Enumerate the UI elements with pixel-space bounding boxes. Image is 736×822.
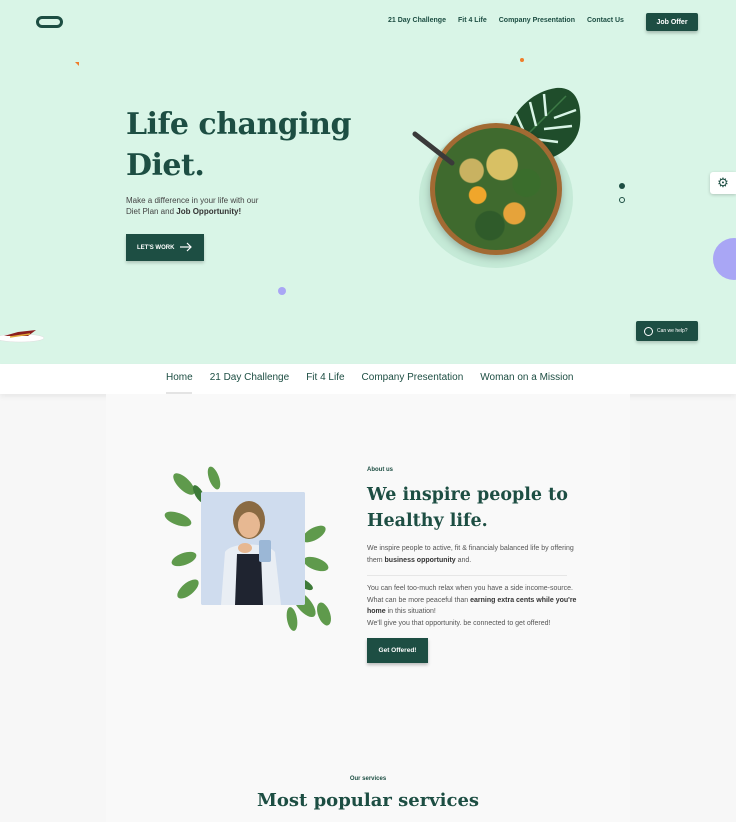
decor-dot-outline bbox=[619, 197, 625, 203]
job-offer-button[interactable]: Job Offer bbox=[646, 13, 698, 31]
about-title-line2: Healthy life. bbox=[367, 511, 488, 531]
woman-portrait-icon bbox=[201, 492, 305, 605]
hero-subtitle-line1: Make a difference in your life with our bbox=[126, 196, 259, 205]
get-offered-button[interactable]: Get Offered! bbox=[367, 638, 428, 663]
nav-link-company-presentation[interactable]: Company Presentation bbox=[499, 17, 575, 24]
hero-title-line2: Diet. bbox=[126, 148, 205, 183]
nav-link-contact-us[interactable]: Contact Us bbox=[587, 17, 624, 24]
lets-work-label: LET'S WORK bbox=[137, 244, 175, 251]
hero-title: Life changing Diet. bbox=[126, 104, 351, 186]
tab-company-presentation[interactable]: Company Presentation bbox=[362, 372, 464, 383]
section-nav-items: Home 21 Day Challenge Fit 4 Life Company… bbox=[166, 372, 590, 383]
about-tag: About us bbox=[367, 467, 393, 473]
help-chat-button[interactable]: Can we help? bbox=[636, 321, 698, 341]
hero-subtitle-bold: Job Opportunity! bbox=[176, 206, 242, 216]
tab-woman-on-a-mission[interactable]: Woman on a Mission bbox=[480, 372, 573, 383]
decor-triangle bbox=[75, 62, 79, 66]
plate-icon bbox=[0, 330, 45, 343]
decor-half-circle bbox=[713, 238, 736, 280]
about-title: We inspire people to Healthy life. bbox=[367, 482, 568, 534]
about-p2-line1: You can feel too-much relax when you hav… bbox=[367, 585, 573, 592]
decor-dot-orange bbox=[520, 58, 524, 62]
about-p2-line4: We'll give you that opportunity. be conn… bbox=[367, 619, 551, 627]
gear-icon: ⚙ bbox=[717, 175, 729, 190]
logo[interactable] bbox=[36, 16, 63, 28]
hero-subtitle: Make a difference in your life with our … bbox=[126, 196, 258, 217]
about-p2-suffix: in this situation! bbox=[385, 608, 436, 615]
tab-21-day-challenge[interactable]: 21 Day Challenge bbox=[210, 372, 290, 383]
help-label: Can we help? bbox=[657, 328, 688, 334]
tab-home[interactable]: Home bbox=[166, 372, 193, 383]
services-tag: Our services bbox=[349, 776, 387, 782]
nav-link-fit-4-life[interactable]: Fit 4 Life bbox=[458, 17, 487, 24]
divider bbox=[367, 575, 567, 576]
about-p1-bold: business opportunity bbox=[384, 556, 456, 564]
services-title: Most popular services bbox=[256, 790, 480, 811]
about-p1-suffix: and. bbox=[455, 556, 472, 564]
about-p2-prefix: What can be more peaceful than bbox=[367, 596, 471, 604]
settings-button[interactable]: ⚙ bbox=[710, 172, 736, 194]
arrow-right-icon bbox=[180, 242, 192, 252]
decor-dot-filled bbox=[619, 183, 625, 189]
decor-dot-purple bbox=[278, 287, 286, 295]
profile-photo bbox=[201, 492, 305, 605]
about-paragraph-1: We inspire people to active, fit & finan… bbox=[367, 543, 587, 566]
about-title-line1: We inspire people to bbox=[367, 485, 568, 505]
whatsapp-icon bbox=[644, 326, 653, 336]
hero-subtitle-line2: Diet Plan and bbox=[126, 206, 177, 216]
tab-fit-4-life[interactable]: Fit 4 Life bbox=[306, 372, 344, 383]
nav-link-21-day-challenge[interactable]: 21 Day Challenge bbox=[388, 17, 446, 24]
hero-title-line1: Life changing bbox=[126, 107, 351, 142]
lets-work-button[interactable]: LET'S WORK bbox=[126, 234, 204, 261]
food-bowl bbox=[430, 123, 562, 255]
top-nav: 21 Day Challenge Fit 4 Life Company Pres… bbox=[388, 17, 636, 24]
about-paragraph-2: You can feel too-much relax when you hav… bbox=[367, 583, 597, 629]
hero-section: 21 Day Challenge Fit 4 Life Company Pres… bbox=[0, 0, 736, 364]
bowl-food bbox=[435, 128, 557, 250]
section-nav: Home 21 Day Challenge Fit 4 Life Company… bbox=[0, 364, 736, 394]
